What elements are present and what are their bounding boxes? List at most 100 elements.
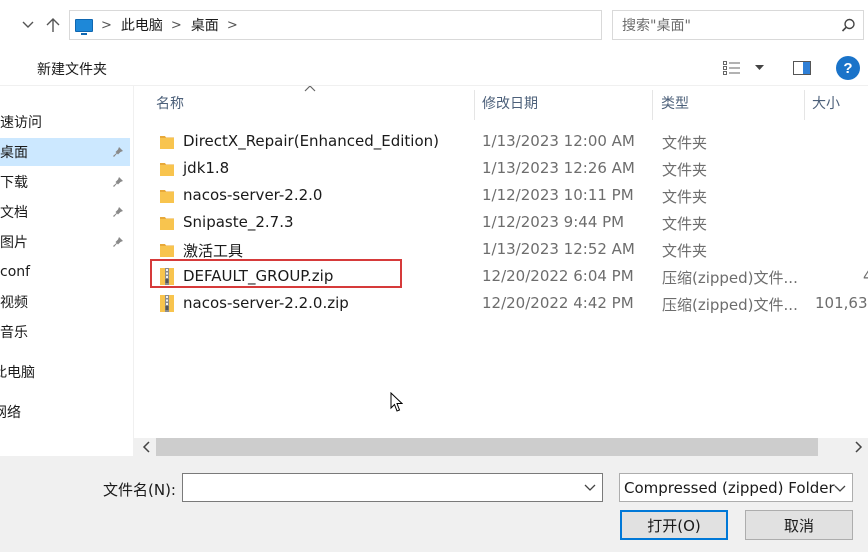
file-row[interactable]: DirectX_Repair(Enhanced_Edition) 1/13/20… [134,128,868,155]
mouse-cursor-icon [390,392,403,412]
column-header-date[interactable]: 修改日期 [482,86,538,120]
file-date: 1/13/2023 12:26 AM [482,159,635,177]
file-name: Snipaste_2.7.3 [183,213,294,231]
nav-item-label: 图片 [0,235,28,251]
recent-locations-chevron-icon[interactable] [18,14,38,36]
details-view-icon [723,61,740,75]
pin-icon [113,147,123,157]
file-row[interactable]: 激活工具 1/13/2023 12:52 AM 文件夹 [134,236,868,263]
column-header-label: 名称 [156,96,184,112]
navigation-pane: 快速访问 桌面 下载 文档 图片 conf 视频 音乐 此电脑 网络 [0,86,133,456]
file-row[interactable]: nacos-server-2.2.0.zip 12/20/2022 4:42 P… [134,290,868,317]
pin-icon [113,177,123,187]
file-type: 压缩(zipped)文件... [662,296,798,314]
nav-item-this-pc[interactable]: 此电脑 [0,358,130,386]
file-type-dropdown-icon[interactable] [834,482,846,494]
folder-icon [160,217,174,230]
command-toolbar: 新建文件夹 ? [0,50,868,86]
column-divider[interactable] [652,90,653,120]
scrollbar-thumb[interactable] [156,438,818,456]
search-icon[interactable] [833,11,863,39]
nav-item-label: 视频 [0,295,28,311]
column-header-size[interactable]: 大小 [812,86,840,120]
file-list: 名称 修改日期 类型 大小 DirectX_Repair(Enhanced_Ed… [134,86,868,438]
file-name: DEFAULT_GROUP.zip [183,267,334,285]
file-name: 激活工具 [183,242,244,260]
column-header-label: 类型 [661,96,689,112]
filename-field[interactable] [182,473,603,502]
column-header-label: 修改日期 [482,96,538,112]
file-type: 文件夹 [662,215,708,233]
file-type-select[interactable]: Compressed (zipped) Folder [619,473,853,502]
filename-dropdown-icon[interactable] [584,481,596,493]
breadcrumb-separator-icon[interactable]: > [101,18,112,33]
nav-item-network[interactable]: 网络 [0,398,130,426]
column-header-name[interactable]: 名称 [156,86,184,120]
column-header-type[interactable]: 类型 [661,86,689,120]
address-row: > 此电脑 > 桌面 > 搜索"桌面" [0,0,868,50]
change-view-button[interactable] [723,58,771,78]
file-type-selected: Compressed (zipped) Folder [624,478,835,497]
file-size: 101,634 [815,294,868,312]
filename-label: 文件名(N): [103,481,176,499]
file-name: DirectX_Repair(Enhanced_Edition) [183,132,440,150]
file-type: 文件夹 [662,134,708,152]
file-name: nacos-server-2.2.0.zip [183,294,349,312]
column-divider[interactable] [804,90,805,120]
nav-item-videos[interactable]: 视频 [0,288,130,316]
file-type: 压缩(zipped)文件... [662,269,798,287]
up-arrow-icon[interactable] [43,14,63,36]
nav-item-pictures[interactable]: 图片 [0,228,130,256]
open-button[interactable]: 打开(O) [620,510,728,540]
file-date: 1/13/2023 12:00 AM [482,132,635,150]
file-row[interactable]: DEFAULT_GROUP.zip 12/20/2022 6:04 PM 压缩(… [134,263,868,290]
nav-item-label: 文档 [0,205,28,221]
view-dropdown-icon[interactable] [755,65,764,71]
file-row[interactable]: Snipaste_2.7.3 1/12/2023 9:44 PM 文件夹 [134,209,868,236]
folder-icon [160,136,174,149]
nav-item-music[interactable]: 音乐 [0,318,130,346]
nav-item-documents[interactable]: 文档 [0,198,130,226]
breadcrumb-desktop[interactable]: 桌面 [191,15,219,35]
new-folder-button[interactable]: 新建文件夹 [37,59,107,79]
file-date: 1/13/2023 12:52 AM [482,240,635,258]
nav-item-downloads[interactable]: 下载 [0,168,130,196]
preview-pane-button[interactable] [791,58,813,78]
search-placeholder: 搜索"桌面" [622,18,691,34]
nav-item-quick-access[interactable]: 快速访问 [0,108,130,136]
file-date: 12/20/2022 6:04 PM [482,267,634,285]
nav-item-label: 下载 [0,175,28,191]
nav-item-label: 快速访问 [0,115,42,131]
cancel-button[interactable]: 取消 [745,510,853,540]
help-button[interactable]: ? [836,56,860,80]
file-type: 文件夹 [662,161,708,179]
file-date: 12/20/2022 4:42 PM [482,294,634,312]
file-date: 1/12/2023 9:44 PM [482,213,625,231]
folder-icon [160,244,174,257]
zip-icon [160,268,174,285]
file-date: 1/12/2023 10:11 PM [482,186,634,204]
nav-item-label: conf [0,264,31,280]
pin-icon [113,237,123,247]
preview-pane-icon [793,61,811,75]
column-divider[interactable] [474,90,475,120]
file-row[interactable]: nacos-server-2.2.0 1/12/2023 10:11 PM 文件… [134,182,868,209]
address-bar[interactable]: > 此电脑 > 桌面 > [69,10,665,40]
nav-item-conf[interactable]: conf [0,258,130,286]
pin-icon [113,207,123,217]
file-name: nacos-server-2.2.0 [183,186,323,204]
search-input[interactable]: 搜索"桌面" [612,10,864,40]
file-size: 4 [863,267,868,285]
nav-item-desktop[interactable]: 桌面 [0,138,130,166]
horizontal-scrollbar[interactable] [134,438,868,456]
file-row[interactable]: jdk1.8 1/13/2023 12:26 AM 文件夹 [134,155,868,182]
filename-input[interactable] [183,474,573,501]
zip-icon [160,295,174,312]
breadcrumb-separator-icon[interactable]: > [171,18,182,33]
folder-icon [160,190,174,203]
breadcrumb-this-pc[interactable]: 此电脑 [121,15,163,35]
scroll-left-arrow-icon[interactable] [138,438,154,456]
scroll-right-arrow-icon[interactable] [850,438,868,456]
breadcrumb-separator-icon[interactable]: > [227,18,238,33]
file-name: jdk1.8 [183,159,230,177]
